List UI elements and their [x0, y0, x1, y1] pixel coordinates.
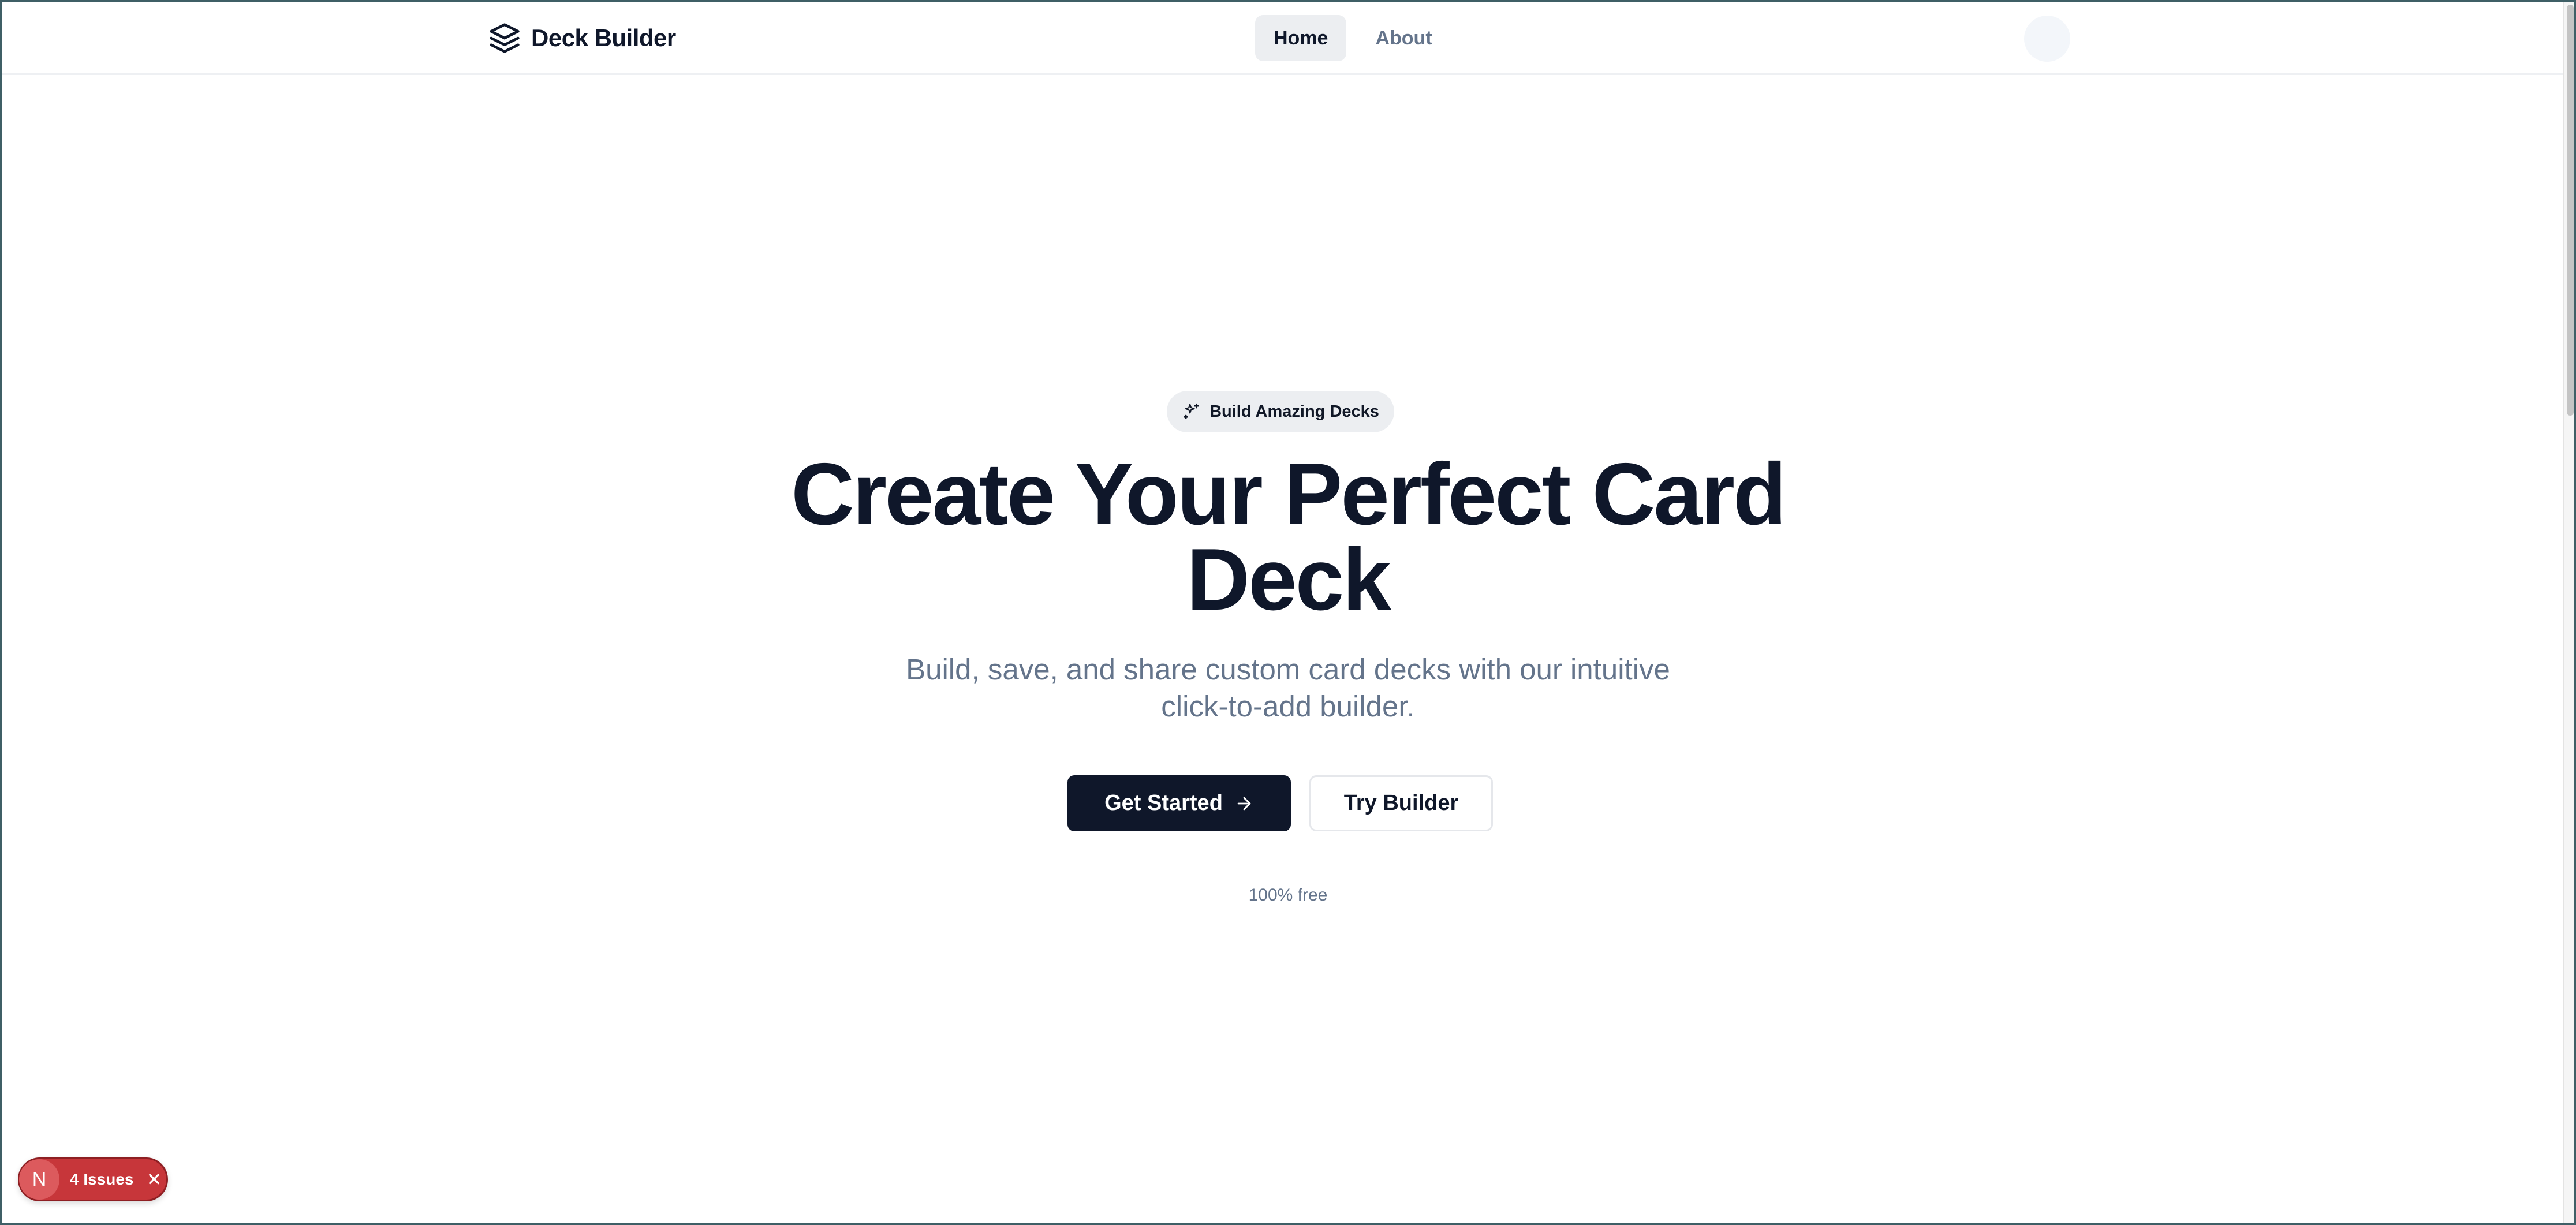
page-scrollbar[interactable]	[2563, 0, 2576, 1225]
nav-link-about[interactable]: About	[1357, 15, 1450, 61]
hero-title-line-1: Create Your Perfect Card	[791, 445, 1787, 543]
sparkles-icon	[1182, 402, 1201, 421]
arrow-right-icon	[1234, 794, 1254, 813]
issues-badge[interactable]: N 4 Issues ✕	[18, 1157, 168, 1201]
hero-title-line-2: Deck	[1186, 531, 1391, 629]
scrollbar-thumb[interactable]	[2567, 5, 2574, 416]
brand-logo-link[interactable]: Deck Builder	[488, 21, 676, 55]
hero-badge: Build Amazing Decks	[1167, 391, 1394, 432]
hero-subtitle-line-2: click-to-add builder.	[1161, 690, 1415, 723]
top-nav-bar: Deck Builder Home About	[0, 0, 2563, 75]
close-icon[interactable]: ✕	[147, 1170, 162, 1189]
brand-name: Deck Builder	[531, 24, 676, 51]
user-avatar[interactable]	[2024, 16, 2070, 62]
try-builder-label: Try Builder	[1343, 791, 1459, 815]
main-nav: Home About	[1255, 15, 1451, 61]
hero-title: Create Your Perfect Card Deck	[711, 450, 1865, 623]
issues-avatar: N	[19, 1159, 59, 1200]
issues-count: 4 Issues	[70, 1170, 134, 1188]
hero-subtitle: Build, save, and share custom card decks…	[855, 651, 1721, 725]
hero-subtitle-line-1: Build, save, and share custom card decks…	[906, 653, 1670, 686]
layers-icon	[488, 22, 521, 54]
hero-badge-label: Build Amazing Decks	[1209, 402, 1379, 421]
get-started-button[interactable]: Get Started	[1067, 775, 1291, 831]
try-builder-button[interactable]: Try Builder	[1309, 775, 1493, 831]
pricing-note: 100% free	[1248, 886, 1328, 905]
get-started-label: Get Started	[1104, 791, 1223, 815]
nav-link-home[interactable]: Home	[1255, 15, 1347, 61]
